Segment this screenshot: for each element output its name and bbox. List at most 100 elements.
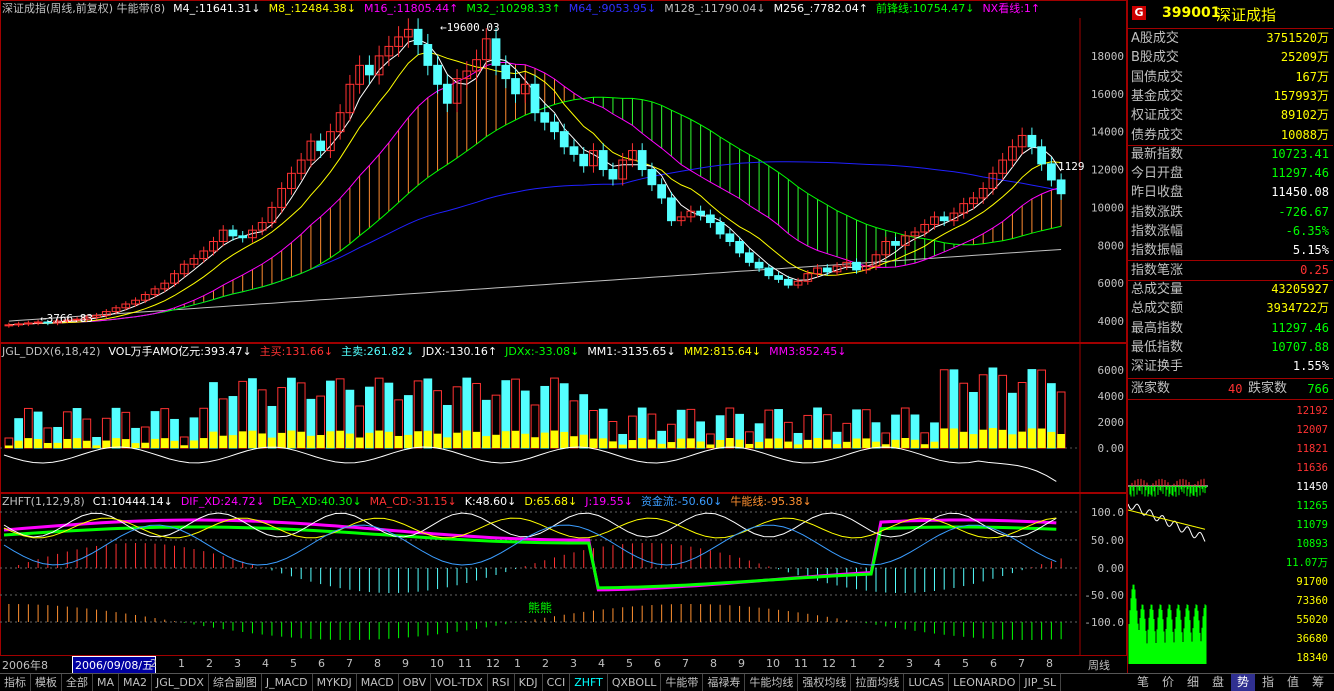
candle-body[interactable]: [852, 261, 861, 271]
kline-chart[interactable]: 18000 16000 14000 12000 10000 8000 6000 4000 ←19…: [0, 0, 1127, 656]
candle-body[interactable]: [735, 241, 744, 254]
tab-ma[interactable]: MA: [93, 674, 120, 691]
tab-zhft[interactable]: ZHFT: [570, 674, 608, 691]
candle-body[interactable]: [667, 197, 676, 222]
main-chart-area[interactable]: 深证成指(周线,前复权) 牛能带(8) M4_:11641.31↓ M8_:1248…: [0, 0, 1127, 674]
tab-j_macd[interactable]: J_MACD: [262, 674, 313, 691]
candle-body[interactable]: [442, 83, 452, 104]
candle-body[interactable]: [637, 150, 647, 171]
tab-cci[interactable]: CCI: [543, 674, 571, 691]
candle-body[interactable]: [559, 131, 569, 148]
candle-body[interactable]: [764, 267, 774, 277]
price-tick-label: 16000: [1091, 88, 1124, 101]
tab-qxboll[interactable]: QXBOLL: [608, 674, 662, 691]
ddx-bar: [43, 442, 52, 448]
ddx-bar: [34, 439, 42, 448]
candle-body[interactable]: [501, 64, 511, 80]
panel-tab[interactable]: 价: [1156, 674, 1180, 691]
tab-全部[interactable]: 全部: [62, 674, 93, 691]
tab-vol-tdx[interactable]: VOL-TDX: [431, 674, 488, 691]
panel-tab[interactable]: 细: [1181, 674, 1205, 691]
candle-body[interactable]: [939, 216, 949, 222]
mini-tick-label: 73360: [1296, 595, 1328, 607]
candle-body[interactable]: [530, 83, 540, 114]
candle-body[interactable]: [228, 229, 238, 237]
tab-强权均线[interactable]: 强权均线: [798, 674, 852, 691]
candle-body[interactable]: [706, 214, 715, 224]
tab-leonardo[interactable]: LEONARDO: [949, 674, 1021, 691]
tab-rsi[interactable]: RSI: [488, 674, 515, 691]
ddx-bar: [1018, 431, 1027, 448]
tab-牛能带[interactable]: 牛能带: [661, 674, 704, 691]
candle-body[interactable]: [23, 322, 33, 325]
candle-body[interactable]: [4, 324, 14, 327]
candle-body[interactable]: [696, 210, 706, 216]
tab-jip_sl[interactable]: JIP_SL: [1020, 674, 1062, 691]
month-tick: 3: [906, 657, 913, 670]
period-label[interactable]: 周线: [1088, 657, 1110, 673]
month-tick: 9: [402, 657, 409, 670]
tab-kdj[interactable]: KDJ: [515, 674, 543, 691]
candle-body[interactable]: [754, 261, 764, 269]
candle-body[interactable]: [1056, 179, 1066, 195]
candle-body[interactable]: [316, 140, 326, 152]
month-tick: 1: [178, 657, 185, 670]
panel-tab[interactable]: 筹: [1306, 674, 1330, 691]
candle-body[interactable]: [744, 252, 754, 263]
quote-row: 指数笔涨 0.25: [1128, 261, 1333, 281]
tab-福禄寿[interactable]: 福禄寿: [703, 674, 746, 691]
candle-body[interactable]: [1047, 163, 1056, 181]
month-tick: 3: [570, 657, 577, 670]
tab-macd[interactable]: MACD: [357, 674, 399, 691]
candle-body[interactable]: [14, 323, 23, 326]
panel-tab[interactable]: 值: [1281, 674, 1305, 691]
quote-label: 指数涨幅: [1131, 224, 1184, 239]
candle-body[interactable]: [774, 275, 783, 280]
candle-body[interactable]: [423, 44, 433, 66]
candle-body[interactable]: [579, 153, 589, 167]
candle-body[interactable]: [715, 222, 725, 235]
tab-mykdj[interactable]: MYKDJ: [313, 674, 357, 691]
ddx-bar: [657, 443, 666, 448]
candle-body[interactable]: [598, 150, 608, 171]
quote-label: 债券成交: [1131, 127, 1184, 143]
panel-tab[interactable]: 盘: [1206, 674, 1230, 691]
panel-tab[interactable]: 指: [1256, 674, 1280, 691]
tab-lucas[interactable]: LUCAS: [904, 674, 950, 691]
quote-value: 11297.46: [1271, 320, 1329, 335]
candle-body[interactable]: [413, 28, 423, 46]
candle-body[interactable]: [569, 146, 579, 155]
candle-body[interactable]: [511, 78, 520, 95]
price-tick-label: 12000: [1091, 164, 1124, 177]
candle-body[interactable]: [725, 233, 735, 243]
candle-body[interactable]: [550, 121, 559, 133]
candle-body[interactable]: [891, 241, 900, 246]
candle-body[interactable]: [238, 235, 248, 239]
tab-拉面均线[interactable]: 拉面均线: [851, 674, 905, 691]
candle-body[interactable]: [540, 112, 550, 123]
tab-obv[interactable]: OBV: [399, 674, 432, 691]
quote-label: B股成交: [1131, 50, 1179, 66]
panel-tab[interactable]: 笔: [1131, 674, 1155, 691]
candle-body[interactable]: [491, 38, 501, 66]
tab-综合副图[interactable]: 综合副图: [209, 674, 262, 691]
quote-label: 指数振幅: [1131, 243, 1184, 259]
candle-body[interactable]: [364, 64, 374, 76]
tab-指标[interactable]: 指标: [0, 674, 31, 691]
ddx-bar: [696, 441, 705, 448]
candle-body[interactable]: [608, 169, 618, 180]
tab-牛能均线[interactable]: 牛能均线: [745, 674, 799, 691]
candle-body[interactable]: [647, 169, 657, 186]
candle-body[interactable]: [433, 64, 442, 85]
candle-body[interactable]: [657, 184, 667, 199]
intraday-mini-chart[interactable]: 12192 12007 11821 11636 11450 11265 11079 10893…: [1128, 402, 1333, 670]
tab-jgl_ddx[interactable]: JGL_DDX: [152, 674, 209, 691]
candle-body[interactable]: [1027, 134, 1037, 148]
selected-date: 2006/09/08/五: [72, 656, 157, 674]
tab-模板[interactable]: 模板: [31, 674, 62, 691]
tab-ma2[interactable]: MA2: [119, 674, 153, 691]
panel-tab[interactable]: 势: [1231, 674, 1255, 691]
candle-body[interactable]: [783, 278, 793, 286]
candle-body[interactable]: [822, 267, 832, 273]
candle-body[interactable]: [1037, 146, 1047, 165]
